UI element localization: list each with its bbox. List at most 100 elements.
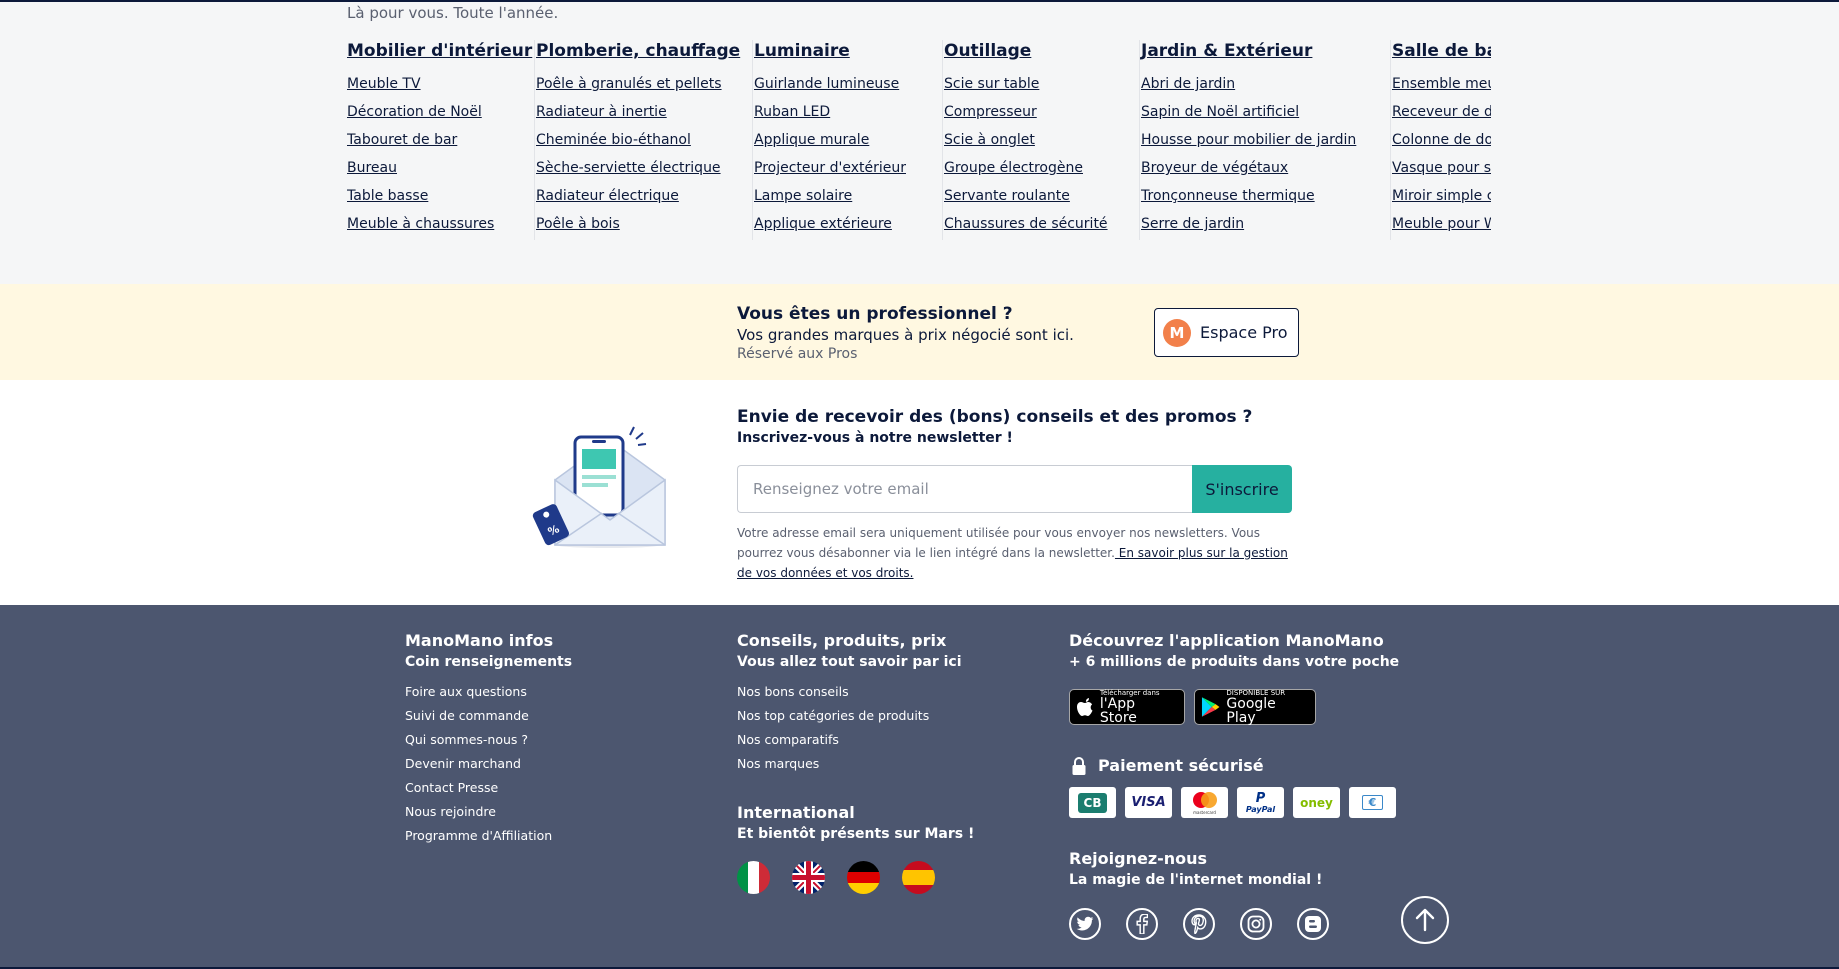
uk-flag-icon[interactable] (792, 861, 825, 894)
app-store-badge[interactable]: Télécharger dans l'App Store (1069, 689, 1185, 725)
germany-flag-icon[interactable] (847, 861, 880, 894)
category-link[interactable]: Applique murale (754, 126, 942, 154)
category-link[interactable]: Broyeur de végétaux (1141, 154, 1390, 182)
cb-card-icon: CB (1069, 787, 1116, 818)
visa-card-icon: VISA (1125, 787, 1172, 818)
app-subtitle: + 6 millions de produits dans votre poch… (1069, 654, 1400, 670)
payment-title: Paiement sécurisé (1098, 756, 1264, 775)
category-link[interactable]: Poêle à granulés et pellets (536, 70, 752, 98)
category-link[interactable]: Tabouret de bar (347, 126, 534, 154)
paypal-label: PayPal (1245, 804, 1276, 814)
category-link[interactable]: Meuble pour WC (1392, 210, 1491, 238)
footer-link[interactable]: Programme d'Affiliation (405, 824, 552, 848)
category-column-tools: Outillage Scie sur table Compresseur Sci… (944, 40, 1140, 240)
category-link[interactable]: Ensemble meuble (1392, 70, 1491, 98)
category-title[interactable]: Salle de bain (1392, 40, 1491, 62)
category-link[interactable]: Radiateur à inertie (536, 98, 752, 126)
category-column-garden: Jardin & Extérieur Abri de jardin Sapin … (1141, 40, 1391, 240)
category-link[interactable]: Décoration de Noël (347, 98, 534, 126)
category-link[interactable]: Guirlande lumineuse (754, 70, 942, 98)
footer-link[interactable]: Suivi de commande (405, 704, 552, 728)
footer-link[interactable]: Nos bons conseils (737, 680, 929, 704)
lock-icon (1072, 757, 1086, 775)
category-link[interactable]: Scie sur table (944, 70, 1139, 98)
category-link[interactable]: Servante roulante (944, 182, 1139, 210)
category-link[interactable]: Colonne de douche (1392, 126, 1491, 154)
oney-label: oney (1300, 795, 1333, 810)
pinterest-icon[interactable] (1183, 908, 1215, 940)
category-link[interactable]: Serre de jardin (1141, 210, 1390, 238)
category-link[interactable]: Ruban LED (754, 98, 942, 126)
category-link[interactable]: Table basse (347, 182, 534, 210)
category-column-plumbing: Plomberie, chauffage Poêle à granulés et… (536, 40, 753, 240)
category-columns: Mobilier d'intérieur Meuble TV Décoratio… (347, 40, 1491, 240)
category-link[interactable]: Sapin de Noël artificiel (1141, 98, 1390, 126)
apple-icon (1076, 698, 1093, 716)
footer-link[interactable]: Qui sommes-nous ? (405, 728, 552, 752)
infos-title: ManoMano infos (405, 631, 554, 650)
google-play-icon (1201, 697, 1220, 717)
category-link[interactable]: Cheminée bio-éthanol (536, 126, 752, 154)
google-play-badge[interactable]: DISPONIBLE SUR Google Play (1194, 689, 1316, 725)
category-link[interactable]: Sèche-serviette électrique (536, 154, 752, 182)
category-link[interactable]: Tronçonneuse thermique (1141, 182, 1390, 210)
category-link[interactable]: Lampe solaire (754, 182, 942, 210)
category-link[interactable]: Radiateur électrique (536, 182, 752, 210)
footer-link[interactable]: Foire aux questions (405, 680, 552, 704)
footer-link[interactable]: Nous rejoindre (405, 800, 552, 824)
espace-pro-button[interactable]: M Espace Pro (1154, 308, 1299, 357)
category-link[interactable]: Chaussures de sécurité (944, 210, 1139, 238)
category-link[interactable]: Meuble à chaussures (347, 210, 534, 238)
payment-cards: CB VISA mastercard P PayPal oney € (1069, 787, 1396, 818)
category-title[interactable]: Outillage (944, 40, 1139, 62)
category-link[interactable]: Poêle à bois (536, 210, 752, 238)
newsletter-title: Envie de recevoir des (bons) conseils et… (737, 407, 1253, 427)
twitter-icon[interactable] (1069, 908, 1101, 940)
category-title[interactable]: Plomberie, chauffage (536, 40, 752, 62)
site-footer: ManoMano infos Coin renseignements Foire… (0, 605, 1839, 969)
spain-flag-icon[interactable] (902, 861, 935, 894)
advice-subtitle: Vous allez tout savoir par ici (737, 654, 962, 670)
category-title[interactable]: Mobilier d'intérieur (347, 40, 534, 62)
category-link[interactable]: Groupe électrogène (944, 154, 1139, 182)
footer-link[interactable]: Nos comparatifs (737, 728, 929, 752)
pro-note: Réservé aux Pros (737, 346, 858, 362)
back-to-top-button[interactable] (1401, 896, 1449, 944)
category-link[interactable]: Compresseur (944, 98, 1139, 126)
subscribe-button[interactable]: S'inscrire (1192, 465, 1292, 513)
oney-icon: oney (1293, 787, 1340, 818)
category-link[interactable]: Miroir simple clair (1392, 182, 1491, 210)
newsletter-envelope-icon: % (532, 426, 666, 548)
espace-pro-label: Espace Pro (1200, 323, 1288, 342)
italy-flag-icon[interactable] (737, 861, 770, 894)
mastercard-circles (1192, 791, 1217, 808)
facebook-icon[interactable] (1126, 908, 1158, 940)
category-link[interactable]: Abri de jardin (1141, 70, 1390, 98)
category-link[interactable]: Projecteur d'extérieur (754, 154, 942, 182)
category-column-lighting: Luminaire Guirlande lumineuse Ruban LED … (754, 40, 943, 240)
category-link[interactable]: Vasque pour salle de bain (1392, 154, 1491, 182)
category-link[interactable]: Housse pour mobilier de jardin (1141, 126, 1390, 154)
email-input[interactable] (737, 465, 1192, 513)
footer-link[interactable]: Nos top catégories de produits (737, 704, 929, 728)
newsletter-subtitle: Inscrivez-vous à notre newsletter ! (737, 430, 1013, 446)
mastercard-icon: mastercard (1181, 787, 1228, 818)
category-column-bathroom: Salle de bain Ensemble meuble Receveur d… (1392, 40, 1491, 240)
category-title[interactable]: Luminaire (754, 40, 942, 62)
category-link[interactable]: Receveur de douche (1392, 98, 1491, 126)
footer-link[interactable]: Nos marques (737, 752, 929, 776)
category-column-furniture: Mobilier d'intérieur Meuble TV Décoratio… (347, 40, 535, 240)
international-title: International (737, 803, 855, 822)
bank-transfer-icon: € (1349, 787, 1396, 818)
footer-link[interactable]: Devenir marchand (405, 752, 552, 776)
category-link[interactable]: Meuble TV (347, 70, 534, 98)
advice-title: Conseils, produits, prix (737, 631, 947, 650)
category-link[interactable]: Bureau (347, 154, 534, 182)
category-link[interactable]: Applique extérieure (754, 210, 942, 238)
cb-card-label: CB (1077, 792, 1108, 813)
footer-link[interactable]: Contact Presse (405, 776, 552, 800)
blog-icon[interactable] (1297, 908, 1329, 940)
category-link[interactable]: Scie à onglet (944, 126, 1139, 154)
category-title[interactable]: Jardin & Extérieur (1141, 40, 1390, 62)
instagram-icon[interactable] (1240, 908, 1272, 940)
